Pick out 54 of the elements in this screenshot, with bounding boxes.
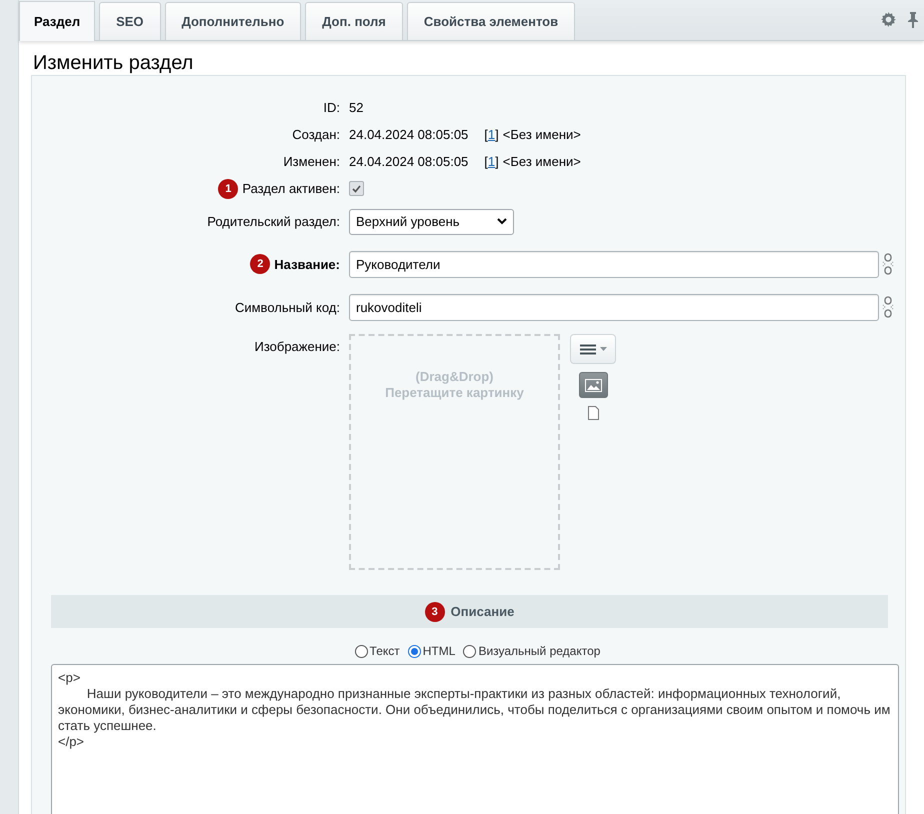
active-checkbox[interactable] <box>349 181 364 196</box>
field-value: 24.04.2024 08:05:05 <box>349 154 468 169</box>
file-icon[interactable] <box>588 406 598 420</box>
field-label: Раздел активен: <box>242 181 340 196</box>
page-title: Изменить раздел <box>32 51 194 75</box>
radio-icon[interactable] <box>354 644 368 658</box>
drop-hint: Перетащите картинку <box>385 385 524 401</box>
field-label: ID: <box>323 100 340 115</box>
name-input[interactable]: Руководители <box>349 250 879 278</box>
bracket: ] <box>495 127 499 142</box>
field-label: Символьный код: <box>234 300 340 314</box>
parent-select[interactable]: Верхний уровень <box>349 208 514 234</box>
user-name: <Без имени> <box>502 127 581 142</box>
image-button[interactable] <box>578 372 608 398</box>
check-icon <box>352 184 361 192</box>
tab[interactable]: Дополнительно <box>164 2 302 40</box>
bracket: [ <box>484 154 488 169</box>
tab[interactable]: Раздел <box>19 1 96 41</box>
pin-icon[interactable] <box>908 12 918 28</box>
html-editor-field[interactable]: <p> Наши руководители – это международно признанные эксперты-практики из разных областей: информационных технологий, экономики, бизнес-аналитики и сферы безопасности. Они объединились, чтобы поделиться с организациями своим опытом и помочь им стать успешнее. </p> <box>51 664 899 814</box>
field-value: 24.04.2024 08:05:05 <box>349 127 468 142</box>
tab[interactable]: SEO <box>99 2 161 40</box>
caret-icon <box>600 347 606 351</box>
user-name: <Без имени> <box>502 154 581 169</box>
mode-radio[interactable]: Визуальный редактор <box>463 644 600 658</box>
field-label: Изображение: <box>254 339 340 354</box>
chevron-down-icon <box>497 218 507 225</box>
section-title: Описание <box>450 604 514 619</box>
link-icon[interactable] <box>882 253 894 275</box>
user-link[interactable]: 1 <box>488 127 496 142</box>
bracket: [ <box>484 127 488 142</box>
image-icon <box>584 378 602 392</box>
field-label: Создан: <box>292 127 340 142</box>
bracket: ] <box>495 154 499 169</box>
mode-radio[interactable]: Текст <box>354 644 400 658</box>
tab[interactable]: Доп. поля <box>305 2 403 40</box>
link-icon[interactable] <box>882 296 894 318</box>
mode-radio[interactable]: HTML <box>408 644 456 658</box>
radio-icon[interactable] <box>463 644 476 658</box>
radio-icon[interactable] <box>408 644 421 658</box>
menu-button[interactable] <box>570 334 616 364</box>
settings-icon[interactable] <box>881 12 896 27</box>
user-link[interactable]: 1 <box>488 154 496 169</box>
field-label: Родительский раздел: <box>207 214 340 229</box>
step-badge: 2 <box>250 254 270 274</box>
drop-hint: (Drag&Drop) <box>416 369 494 385</box>
step-badge: 1 <box>218 178 238 198</box>
menu-icon <box>580 344 596 354</box>
tab[interactable]: Свойства элементов <box>406 2 576 40</box>
field-label: Изменен: <box>283 154 340 169</box>
step-badge: 3 <box>424 602 445 622</box>
field-value: 52 <box>349 100 364 115</box>
field-label: Название: <box>274 256 340 272</box>
code-input[interactable]: rukovoditeli <box>349 294 879 320</box>
